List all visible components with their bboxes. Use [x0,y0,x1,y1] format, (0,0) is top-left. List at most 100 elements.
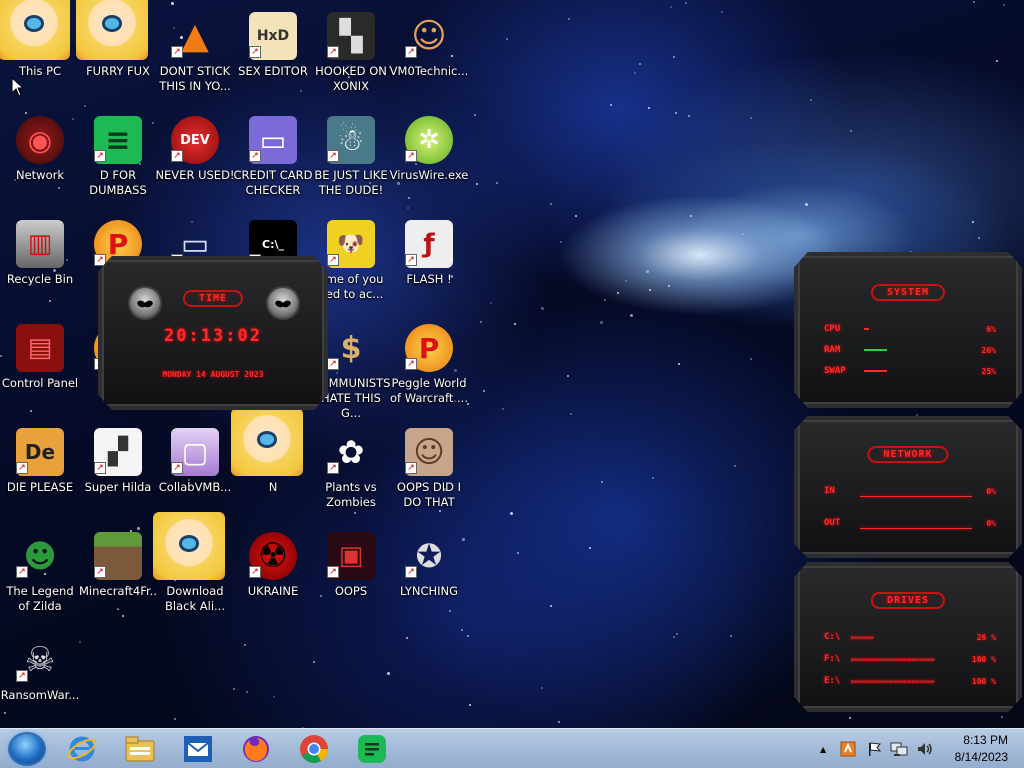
star [688,115,691,117]
drives_widget-label: E:\ [824,676,841,686]
star [540,306,544,310]
star [174,717,177,720]
desktop-icon[interactable]: ▤ Control Panel [0,318,80,422]
file-explorer-icon[interactable] [122,731,158,767]
desktop-icon[interactable]: ☢ ↗ UKRAINE [233,526,313,630]
desktop-icon[interactable]: ✿ ↗ Plants vs Zombies [311,422,391,526]
star [750,358,752,361]
desktop-icon-label: OOPS DID I DO THAT [396,480,462,509]
desktop-icon-label: Super Hilda [84,480,152,494]
star [609,104,612,107]
desktop-icon[interactable]: ☠ ↗ RansomWar... [0,630,80,728]
star [469,704,472,707]
star [1002,3,1005,6]
desktop-icon[interactable]: ↗ Minecraft4Fr... [78,526,158,630]
star [514,323,517,326]
shortcut-arrow-icon: ↗ [16,566,28,578]
desktop-icon[interactable]: P ↗ Peggle World of Warcraft ... [389,318,469,422]
show-hidden-icons-button[interactable]: ▲ [820,745,826,754]
green-bars-app-icon[interactable] [354,731,390,767]
desktop-icon[interactable]: ≡ ↗ D FOR DUMBASS [78,110,158,214]
star [850,129,853,132]
network_widget-value: 0% [986,487,996,496]
desktop-icon[interactable]: ✲ ↗ VirusWire.exe [389,110,469,214]
desktop-icon[interactable]: ▣ ↗ OOPS [311,526,391,630]
system_widget-value: 25% [981,367,996,376]
internet-explorer-icon[interactable] [64,731,100,767]
mail-icon[interactable] [180,731,216,767]
desktop-icon[interactable]: ▥ Recycle Bin [0,214,80,318]
control-panel-icon: ▤ [16,324,64,372]
shortcut-arrow-icon: ↗ [249,566,261,578]
desktop[interactable]: This PC FURRY FUX ▲ ↗ DONT STICK THIS IN YO.… [0,0,1024,728]
star [670,5,673,8]
tray-app-icon[interactable] [840,741,856,757]
date-display: MONDAY 14 AUGUST 2023 [162,370,264,379]
desktop-icon[interactable]: ƒ ↗ FLASH ! [389,214,469,318]
desktop-icon[interactable]: HxD ↗ SEX EDITOR [233,6,313,110]
star [600,481,603,484]
action-center-flag-icon[interactable] [866,741,882,757]
system_widget-label: RAM [824,345,841,355]
star [721,10,724,13]
star [505,37,508,40]
star [629,314,633,318]
star [476,182,479,185]
star [674,112,677,115]
shortcut-arrow-icon: ↗ [94,150,106,162]
desktop-icon[interactable]: ▭ ↗ CREDIT CARD CHECKER [233,110,313,214]
time-widget[interactable]: TIME 20:13:02 MONDAY 14 AUGUST 2023 [98,256,328,410]
star [915,413,918,416]
volume-icon[interactable] [916,741,934,757]
network_widget-graph-line [860,496,972,497]
desktop-icon[interactable]: ▲ ↗ DONT STICK THIS IN YO... [155,6,235,110]
star [645,269,649,273]
system-widget[interactable]: SYSTEM CPU 6% RAM 26% SWAP 25% [794,252,1022,408]
desktop-icon[interactable]: ▚ ↗ HOOKED ON XONIX [311,6,391,110]
star [246,690,249,693]
drives_widget-usage-chevrons: »»»»»»»»»»»»»»»»»»»»»» [850,677,935,686]
firefox-icon[interactable] [238,731,274,767]
star [634,72,637,75]
desktop-icon[interactable]: DEV ↗ NEVER USED! [155,110,235,214]
star [972,221,975,223]
desktop-icon[interactable]: ▢ ↗ CollabVMB... [155,422,235,526]
drives_widget-usage-chevrons: »»»»»»»»»»»»»»»»»»»»»» [850,655,935,664]
network-status-icon[interactable] [890,741,908,757]
chrome-icon[interactable] [296,731,332,767]
desktop-icon[interactable]: ☻ ↗ The Legend of Zilda [0,526,80,630]
shortcut-arrow-icon: ↗ [405,358,417,370]
star [638,62,641,65]
network-widget[interactable]: NETWORK IN 0% OUT 0% [794,416,1022,558]
desktop-icon[interactable]: ☺ ↗ OOPS DID I DO THAT [389,422,469,526]
desktop-icon[interactable]: De ↗ DIE PLEASE [0,422,80,526]
shortcut-arrow-icon: ↗ [327,46,339,58]
desktop-icon[interactable]: ◉ Network [0,110,80,214]
drives_widget-usage-chevrons: »»»»»» [850,633,874,642]
desktop-icon[interactable]: FURRY FUX [76,0,158,110]
alien-head-right-icon [266,286,300,320]
time-widget-title: TIME [182,290,244,307]
desktop-icon-label: The Legend of Zilda [6,584,74,613]
shortcut-arrow-icon: ↗ [405,254,417,266]
star [667,284,670,287]
star [489,301,492,304]
star [685,2,688,5]
desktop-icon[interactable]: ☺ ↗ VM0Technic... [389,6,469,110]
drives-widget[interactable]: DRIVES C:\ 26 % »»»»»» F:\ 100 % »»»»»»»»»»»»… [794,562,1022,712]
desktop-icon[interactable]: ☃ ↗ BE JUST LIKE THE DUDE! [311,110,391,214]
desktop-icon[interactable]: N [231,408,313,526]
star [517,552,520,555]
desktop-icon-label: LYNCHING [399,584,459,598]
desktop-icon[interactable]: ✪ ↗ LYNCHING [389,526,469,630]
star-girl-icon [0,0,70,60]
start-button[interactable] [8,732,46,766]
shortcut-arrow-icon: ↗ [327,150,339,162]
desktop-icon-label: OOPS [334,584,368,598]
shortcut-arrow-icon: ↗ [249,46,261,58]
desktop-icon[interactable]: Download Black Ali... [153,512,235,630]
system_widget-usage-bar [864,328,870,330]
taskbar-clock[interactable]: 8:13 PM 8/14/2023 [955,732,1008,766]
desktop-icon[interactable]: ▞ ↗ Super Hilda [78,422,158,526]
star [496,182,499,185]
